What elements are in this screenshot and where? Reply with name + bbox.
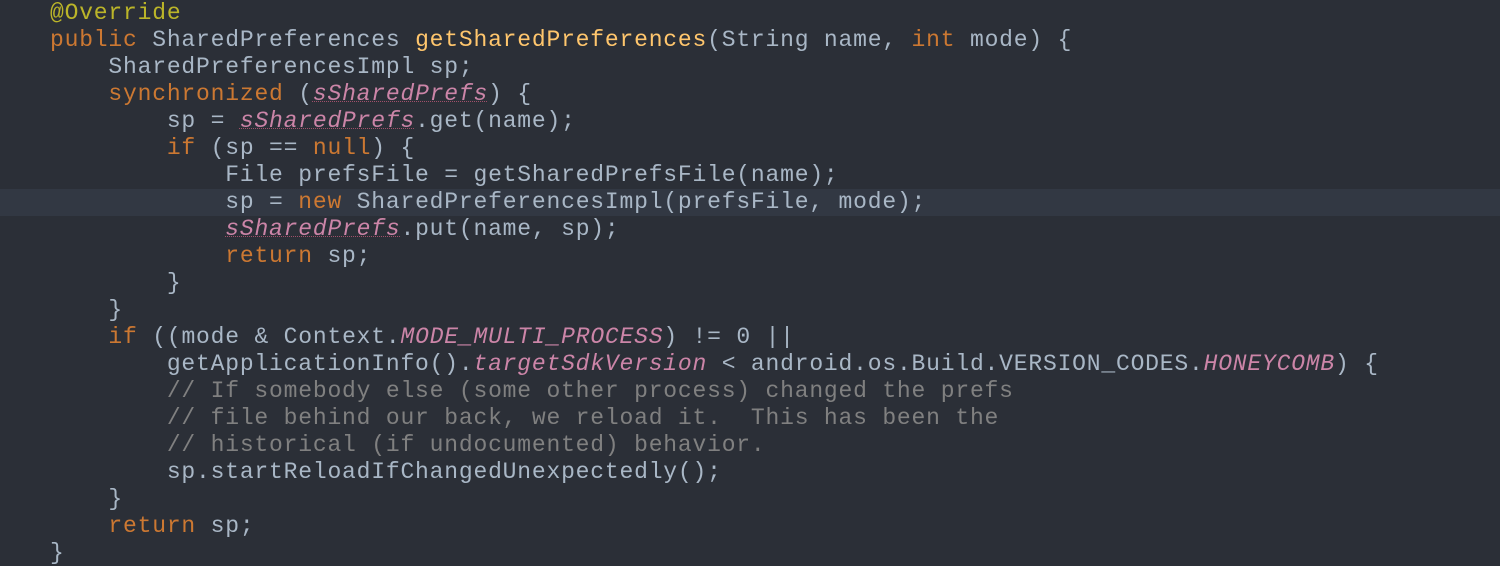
tok-expr: (sp == (211, 135, 313, 161)
code-line: sp = sSharedPrefs.get(name); (50, 108, 1500, 135)
tok-keyword: int (912, 27, 970, 53)
code-line: if (sp == null) { (50, 135, 1500, 162)
tok-keyword: new (298, 189, 356, 215)
code-line: } (50, 540, 1500, 566)
tok-brace: mode) { (970, 27, 1072, 53)
tok-stmt: SharedPreferencesImpl sp; (50, 54, 473, 80)
code-line: SharedPreferencesImpl sp; (50, 54, 1500, 81)
tok-keyword: return (108, 513, 210, 539)
tok-brace: ) { (371, 135, 415, 161)
tok-brace: } (50, 297, 123, 323)
code-line: sp.startReloadIfChangedUnexpectedly(); (50, 459, 1500, 486)
code-line: if ((mode & Context.MODE_MULTI_PROCESS) … (50, 324, 1500, 351)
code-line: public SharedPreferences getSharedPrefer… (50, 27, 1500, 54)
tok-op: || (766, 324, 795, 350)
tok-brace: } (50, 540, 65, 566)
code-line-highlighted: sp = new SharedPreferencesImpl(prefsFile… (0, 189, 1500, 216)
tok-brace: } (50, 270, 181, 296)
tok-ident: sp; (211, 513, 255, 539)
tok-brace: } (50, 486, 123, 512)
tok-indent (50, 324, 108, 350)
code-line: } (50, 297, 1500, 324)
tok-qual: < android.os.Build.VERSION_CODES. (722, 351, 1204, 377)
tok-call: getApplicationInfo(). (50, 351, 473, 377)
tok-field: sSharedPrefs (313, 81, 488, 107)
code-line: return sp; (50, 513, 1500, 540)
tok-indent (50, 135, 167, 161)
tok-comment: // If somebody else (some other process)… (50, 378, 1014, 404)
tok-indent (50, 243, 225, 269)
tok-method: getSharedPreferences (415, 27, 707, 53)
tok-brace: ) { (1335, 351, 1379, 377)
code-line: return sp; (50, 243, 1500, 270)
tok-indent (50, 513, 108, 539)
tok-indent (50, 81, 108, 107)
tok-keyword: public (50, 27, 152, 53)
tok-field: sSharedPrefs (240, 108, 415, 134)
tok-keyword: if (108, 324, 152, 350)
tok-comment: // file behind our back, we reload it. T… (50, 405, 999, 431)
tok-call: .get(name); (415, 108, 576, 134)
tok-paren: ( (298, 81, 313, 107)
code-line: sSharedPrefs.put(name, sp); (50, 216, 1500, 243)
code-line: } (50, 270, 1500, 297)
tok-stmt: File prefsFile = getSharedPrefsFile(name… (50, 162, 839, 188)
tok-type: SharedPreferences (152, 27, 415, 53)
tok-field: sSharedPrefs (225, 216, 400, 242)
tok-null: null (313, 135, 371, 161)
tok-num: 0 (736, 324, 765, 350)
tok-expr: ((mode & Context. (152, 324, 400, 350)
tok-keyword: synchronized (108, 81, 298, 107)
tok-annotation: @Override (50, 0, 181, 26)
code-line: File prefsFile = getSharedPrefsFile(name… (50, 162, 1500, 189)
code-line: } (50, 486, 1500, 513)
tok-call: sp.startReloadIfChangedUnexpectedly(); (50, 459, 722, 485)
code-line: // If somebody else (some other process)… (50, 378, 1500, 405)
tok-op: ) != (663, 324, 736, 350)
tok-member: targetSdkVersion (473, 351, 721, 377)
tok-params: (String name, (707, 27, 911, 53)
tok-ident: sp; (327, 243, 371, 269)
tok-stmt: sp = (50, 189, 298, 215)
tok-indent (50, 216, 225, 242)
tok-brace: ) { (488, 81, 532, 107)
tok-const: MODE_MULTI_PROCESS (400, 324, 663, 350)
tok-stmt: sp = (50, 108, 240, 134)
code-line: synchronized (sSharedPrefs) { (50, 81, 1500, 108)
code-line: // historical (if undocumented) behavior… (50, 432, 1500, 459)
tok-keyword: return (225, 243, 327, 269)
tok-ctor: SharedPreferencesImpl(prefsFile, mode); (357, 189, 927, 215)
code-editor[interactable]: @Overridepublic SharedPreferences getSha… (0, 0, 1500, 566)
code-line: @Override (50, 0, 1500, 27)
tok-keyword: if (167, 135, 211, 161)
code-line: // file behind our back, we reload it. T… (50, 405, 1500, 432)
tok-comment: // historical (if undocumented) behavior… (50, 432, 766, 458)
code-line: getApplicationInfo().targetSdkVersion < … (50, 351, 1500, 378)
tok-const: HONEYCOMB (1204, 351, 1335, 377)
tok-call: .put(name, sp); (400, 216, 619, 242)
